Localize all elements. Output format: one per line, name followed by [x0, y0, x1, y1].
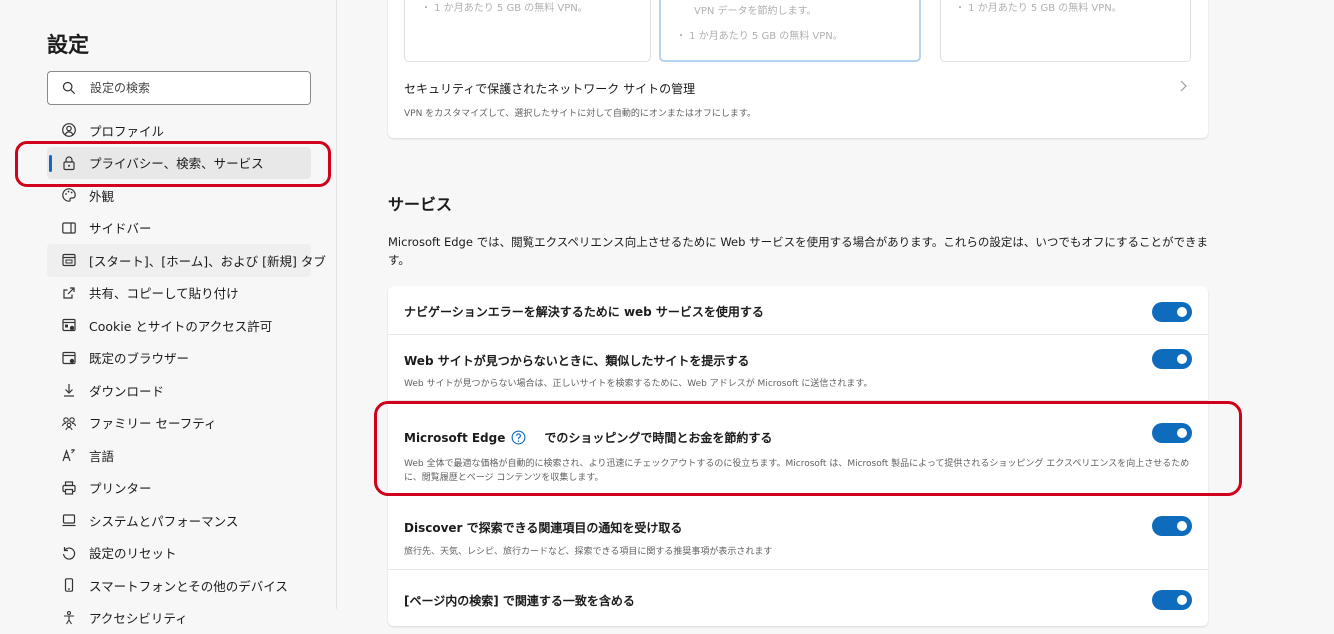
sidebar-item-family-safety[interactable]: ファミリー セーフティ	[47, 407, 311, 440]
sidebar-item-share-copy-paste[interactable]: 共有、コピーして貼り付け	[47, 277, 311, 310]
sidebar-item-reset-settings[interactable]: 設定のリセット	[47, 537, 311, 570]
vpn-manage-sites-link[interactable]: セキュリティで保護されたネットワーク サイトの管理	[404, 80, 695, 97]
sidebar-item-profile[interactable]: プロファイル	[47, 114, 311, 147]
toggle-knob	[1177, 307, 1187, 317]
search-icon	[62, 81, 76, 95]
browser-icon	[61, 350, 77, 366]
accessibility-icon	[61, 610, 77, 626]
sidebar-item-label: Cookie とサイトのアクセス許可	[89, 316, 272, 335]
toggle-find-on-page[interactable]	[1152, 590, 1192, 610]
setting-row-shopping: Microsoft Edge でのショッピングで時間とお金を節約する Web 全体…	[388, 400, 1208, 495]
sidebar-item-label: 共有、コピーして貼り付け	[89, 283, 239, 302]
sidebar-item-label: スマートフォンとその他のデバイス	[89, 576, 288, 595]
vpn-plan-text: ・ 1 か月あたり 5 GB の無料 VPN。	[955, 0, 1122, 14]
profile-icon	[61, 122, 77, 138]
download-icon	[61, 382, 77, 398]
sidebar-item-privacy[interactable]: プライバシー、検索、サービス	[47, 147, 311, 180]
services-section-title: サービス	[388, 191, 452, 215]
vpn-plan-text: VPN データを節約します。	[694, 2, 817, 17]
sidebar-item-appearance[interactable]: 外観	[47, 179, 311, 212]
sidebar-item-label: システムとパフォーマンス	[89, 511, 238, 530]
sidebar-item-label: 設定のリセット	[89, 543, 177, 562]
sidebar-title: 設定	[47, 29, 89, 59]
sidebar-item-label: サイドバー	[89, 218, 152, 237]
sidebar-item-label: 外観	[89, 186, 114, 205]
system-icon	[61, 512, 77, 528]
sidebar-item-label: プロファイル	[89, 121, 164, 140]
sidebar-item-label: アクセシビリティ	[89, 608, 188, 627]
phone-icon	[61, 577, 77, 593]
sidebar-item-label: ファミリー セーフティ	[89, 413, 216, 432]
cookie-icon	[61, 317, 77, 333]
sidebar-item-default-browser[interactable]: 既定のブラウザー	[47, 342, 311, 375]
setting-title: ナビゲーションエラーを解決するために web サービスを使用する	[404, 303, 764, 320]
sidebar-nav: プロファイル プライバシー、検索、サービス 外観 サイドバー [スタート]、[ホ…	[47, 114, 311, 634]
setting-row-find-on-page: [ページ内の検索] で関連する一致を含める	[388, 569, 1208, 626]
setting-row-similar-sites: Web サイトが見つからないときに、類似したサイトを提示する Web サイトが見…	[388, 334, 1208, 400]
setting-title: Discover で探索できる関連項目の通知を受け取る	[404, 519, 682, 536]
toggle-knob	[1177, 354, 1187, 364]
setting-title: Web サイトが見つからないときに、類似したサイトを提示する	[404, 352, 749, 369]
family-icon	[61, 415, 77, 431]
settings-search-input[interactable]	[90, 81, 290, 95]
language-icon	[61, 447, 77, 463]
home-tab-icon	[61, 252, 77, 268]
toggle-similar-sites[interactable]	[1152, 349, 1192, 369]
help-icon[interactable]	[511, 430, 526, 445]
sidebar-item-label: [スタート]、[ホーム]、および [新規] タブ	[89, 251, 326, 270]
sidebar-item-start-home-newtab[interactable]: [スタート]、[ホーム]、および [新規] タブ	[47, 244, 311, 277]
services-section-desc: Microsoft Edge では、閲覧エクスペリエンス向上させるために Web…	[388, 233, 1218, 269]
vpn-card: ・ 1 か月あたり 5 GB の無料 VPN。 VPN データを節約します。 ・…	[388, 0, 1208, 138]
setting-desc: Web サイトが見つからない場合は、正しいサイトを検索するために、Web アドレ…	[404, 377, 1194, 391]
sidebar-item-label: プライバシー、検索、サービス	[89, 153, 264, 172]
vpn-manage-sites-desc: VPN をカスタマイズして、選択したサイトに対して自動的にオンまたはオフにします…	[404, 106, 756, 119]
sidebar-item-printers[interactable]: プリンター	[47, 472, 311, 505]
toggle-navigation-errors[interactable]	[1152, 302, 1192, 322]
vpn-plan-text: ・ 1 か月あたり 5 GB の無料 VPN。	[676, 27, 843, 42]
toggle-discover[interactable]	[1152, 516, 1192, 536]
share-icon	[61, 285, 77, 301]
setting-desc: 旅行先、天気、レシピ、旅行カードなど、探索できる項目に関する推奨事項が表示されま…	[404, 545, 1194, 559]
sidebar-item-phone-devices[interactable]: スマートフォンとその他のデバイス	[47, 569, 311, 602]
sidebar-item-sidebar[interactable]: サイドバー	[47, 212, 311, 245]
setting-row-discover: Discover で探索できる関連項目の通知を受け取る 旅行先、天気、レシピ、旅…	[388, 495, 1208, 569]
sidebar-item-label: プリンター	[89, 478, 152, 497]
toggle-knob	[1177, 595, 1187, 605]
printer-icon	[61, 480, 77, 496]
vpn-plan-text: ・ 1 か月あたり 5 GB の無料 VPN。	[421, 0, 588, 14]
chevron-right-icon[interactable]	[1178, 80, 1188, 92]
toggle-shopping[interactable]	[1152, 423, 1192, 443]
toggle-knob	[1177, 521, 1187, 531]
sidebar-item-accessibility[interactable]: アクセシビリティ	[47, 602, 311, 634]
lock-icon	[61, 155, 77, 171]
sidebar-item-languages[interactable]: 言語	[47, 439, 311, 472]
setting-row-navigation-errors: ナビゲーションエラーを解決するために web サービスを使用する	[388, 286, 1208, 334]
setting-desc: Web 全体で最適な価格が自動的に検索され、より迅速にチェックアウトするのに役立…	[404, 457, 1194, 485]
settings-main-content: ・ 1 か月あたり 5 GB の無料 VPN。 VPN データを節約します。 ・…	[338, 0, 1334, 609]
sidebar-item-label: 言語	[89, 446, 114, 465]
vpn-plan-card-3[interactable]: ・ 1 か月あたり 5 GB の無料 VPN。	[940, 0, 1191, 62]
settings-search-box[interactable]	[47, 71, 311, 105]
services-settings-card: ナビゲーションエラーを解決するために web サービスを使用する Web サイト…	[388, 286, 1208, 626]
setting-title-part: Microsoft Edge	[404, 431, 505, 445]
sidebar-item-label: 既定のブラウザー	[89, 348, 189, 367]
setting-title: [ページ内の検索] で関連する一致を含める	[404, 592, 635, 609]
setting-title-part: でのショッピングで時間とお金を節約する	[544, 431, 772, 445]
palette-icon	[61, 187, 77, 203]
setting-title: Microsoft Edge でのショッピングで時間とお金を節約する	[404, 429, 772, 446]
active-indicator	[49, 155, 52, 172]
vpn-plan-card-2[interactable]: VPN データを節約します。 ・ 1 か月あたり 5 GB の無料 VPN。	[659, 0, 921, 62]
vpn-plan-card-1[interactable]: ・ 1 か月あたり 5 GB の無料 VPN。	[404, 0, 651, 62]
reset-icon	[61, 545, 77, 561]
sidebar-item-cookies[interactable]: Cookie とサイトのアクセス許可	[47, 309, 311, 342]
settings-sidebar: 設定 プロファイル プライバシー、検索、サービス 外観 サイドバー [スタート]…	[0, 0, 337, 609]
sidebar-item-label: ダウンロード	[89, 381, 164, 400]
sidebar-item-system-performance[interactable]: システムとパフォーマンス	[47, 504, 311, 537]
sidebar-icon	[61, 220, 77, 236]
toggle-knob	[1177, 428, 1187, 438]
sidebar-item-downloads[interactable]: ダウンロード	[47, 374, 311, 407]
